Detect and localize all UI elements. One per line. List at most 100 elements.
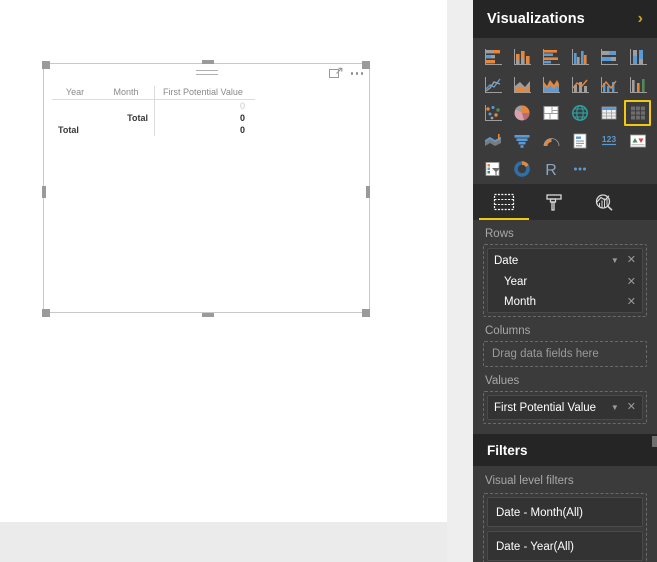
line-and-clustered-column-chart-icon	[600, 77, 618, 93]
viz-r-script-visual[interactable]: R	[537, 156, 564, 182]
rows-well-label: Rows	[485, 228, 514, 240]
panel-scrollbar-thumb[interactable]	[652, 436, 657, 447]
viz-more-visuals[interactable]	[566, 156, 593, 182]
hundred-percent-stacked-bar-chart-icon	[600, 49, 618, 65]
chevron-right-icon[interactable]: ›	[638, 11, 643, 27]
resize-handle-left[interactable]	[42, 186, 46, 198]
viz-map[interactable]	[566, 100, 593, 126]
chevron-down-icon[interactable]: ▼	[611, 256, 619, 265]
resize-handle-bottom[interactable]	[202, 313, 214, 317]
matrix-column-header-value[interactable]: First Potential Value	[154, 86, 255, 100]
viz-gauge-chart[interactable]	[537, 128, 564, 154]
clustered-bar-chart-icon	[542, 49, 560, 65]
viz-pie-chart[interactable]	[508, 100, 535, 126]
viz-scatter-chart[interactable]	[479, 100, 506, 126]
resize-handle-bottom-left[interactable]	[42, 309, 50, 317]
viz-line-stacked-column-chart[interactable]	[566, 72, 593, 98]
resize-handle-bottom-right[interactable]	[362, 309, 370, 317]
rows-dropzone[interactable]: Date ▼ ✕ Year ✕ Month ✕	[483, 244, 647, 317]
table-row[interactable]: Total 0	[52, 124, 255, 136]
viz-kpi[interactable]	[624, 128, 651, 154]
visual-level-filters-dropzone[interactable]: Date - Month(All) Date - Year(All)	[483, 493, 647, 562]
rows-field-group: Date ▼ ✕ Year ✕ Month ✕	[487, 248, 643, 313]
power-bi-report-window: Year Month First Potential Value 0 Total…	[0, 0, 657, 562]
viz-line-chart[interactable]	[479, 72, 506, 98]
stacked-column-chart-icon	[513, 49, 531, 65]
visualization-type-gallery: 123 R	[473, 38, 657, 184]
remove-field-icon[interactable]: ✕	[627, 296, 636, 308]
gauge-chart-icon	[543, 138, 559, 147]
viz-table[interactable]	[595, 100, 622, 126]
viz-stacked-area-chart[interactable]	[537, 72, 564, 98]
remove-field-icon[interactable]: ✕	[627, 402, 636, 413]
viz-multi-row-card[interactable]: 123	[595, 128, 622, 154]
viz-ribbon-chart[interactable]	[624, 72, 651, 98]
viz-clustered-bar-chart[interactable]	[537, 44, 564, 70]
viz-matrix[interactable]	[624, 100, 651, 126]
resize-handle-top-left[interactable]	[42, 61, 50, 69]
viz-clustered-column-chart[interactable]	[566, 44, 593, 70]
matrix-visual[interactable]: Year Month First Potential Value 0 Total…	[43, 63, 370, 313]
visualizations-panel-header: Visualizations ›	[473, 0, 657, 38]
resize-handle-top-right[interactable]	[362, 61, 370, 69]
viz-treemap[interactable]	[537, 100, 564, 126]
rows-field-month[interactable]: Month ✕	[488, 292, 642, 312]
table-icon	[601, 106, 616, 120]
tab-fields[interactable]	[479, 186, 529, 220]
filter-card-date-month[interactable]: Date - Month(All)	[487, 497, 643, 527]
viz-card[interactable]	[566, 128, 593, 154]
values-field-first-potential-value[interactable]: First Potential Value ▼ ✕	[487, 395, 643, 420]
matrix-cell-value: 0	[154, 124, 255, 136]
viz-line-clustered-column-chart[interactable]	[595, 72, 622, 98]
resize-handle-right[interactable]	[366, 186, 370, 198]
matrix-cell-year	[52, 100, 98, 113]
slicer-icon	[485, 162, 500, 176]
viz-funnel-chart[interactable]	[508, 128, 535, 154]
clustered-column-chart-icon	[571, 49, 589, 65]
svg-text:R: R	[545, 162, 557, 178]
more-visuals-icon	[573, 167, 586, 171]
matrix-cell-year	[52, 112, 98, 124]
resize-handle-top[interactable]	[202, 60, 214, 64]
matrix-column-header-month[interactable]: Month	[98, 86, 155, 100]
viz-filled-map[interactable]	[479, 128, 506, 154]
rows-field-month-label: Month	[504, 296, 536, 308]
table-row[interactable]: 0	[52, 99, 255, 113]
viz-100-stacked-bar-chart[interactable]	[595, 44, 622, 70]
scatter-chart-icon	[484, 105, 502, 121]
filter-card-label: Date - Month(All)	[496, 507, 583, 519]
values-dropzone[interactable]: First Potential Value ▼ ✕	[483, 391, 647, 424]
remove-field-icon[interactable]: ✕	[627, 255, 636, 266]
focus-mode-icon[interactable]	[328, 67, 343, 80]
rows-field-date[interactable]: Date ▼ ✕	[488, 249, 642, 272]
rows-field-year-label: Year	[504, 276, 528, 288]
viz-100-stacked-column-chart[interactable]	[624, 44, 651, 70]
panel-title: Visualizations	[487, 11, 585, 27]
matrix-table[interactable]: Year Month First Potential Value 0 Total…	[52, 86, 255, 136]
matrix-cell-month	[98, 100, 155, 113]
matrix-column-header-year[interactable]: Year	[52, 86, 98, 100]
remove-field-icon[interactable]: ✕	[627, 276, 636, 288]
report-canvas[interactable]: Year Month First Potential Value 0 Total…	[0, 0, 447, 562]
columns-well-label: Columns	[485, 325, 531, 337]
rows-field-year[interactable]: Year ✕	[488, 272, 642, 292]
viz-slicer[interactable]	[479, 156, 506, 182]
ribbon-chart-icon	[629, 77, 647, 93]
columns-dropzone[interactable]: Drag data fields here	[483, 341, 647, 367]
drag-handle-icon[interactable]	[195, 70, 218, 77]
table-row[interactable]: Total 0	[52, 112, 255, 124]
canvas-right-margin	[447, 0, 473, 562]
stacked-area-chart-icon	[542, 77, 560, 93]
viz-stacked-column-chart[interactable]	[508, 44, 535, 70]
tab-format[interactable]	[529, 186, 579, 220]
chevron-down-icon[interactable]: ▼	[611, 403, 619, 412]
viz-area-chart[interactable]	[508, 72, 535, 98]
area-chart-icon	[513, 77, 531, 93]
tab-analytics[interactable]	[579, 186, 629, 220]
filter-card-date-year[interactable]: Date - Year(All)	[487, 531, 643, 561]
matrix-cell-value: 0	[154, 112, 255, 124]
viz-donut-chart[interactable]	[508, 156, 535, 182]
viz-stacked-bar-chart[interactable]	[479, 44, 506, 70]
hundred-percent-stacked-column-chart-icon	[629, 49, 647, 65]
paint-roller-icon	[546, 193, 562, 211]
